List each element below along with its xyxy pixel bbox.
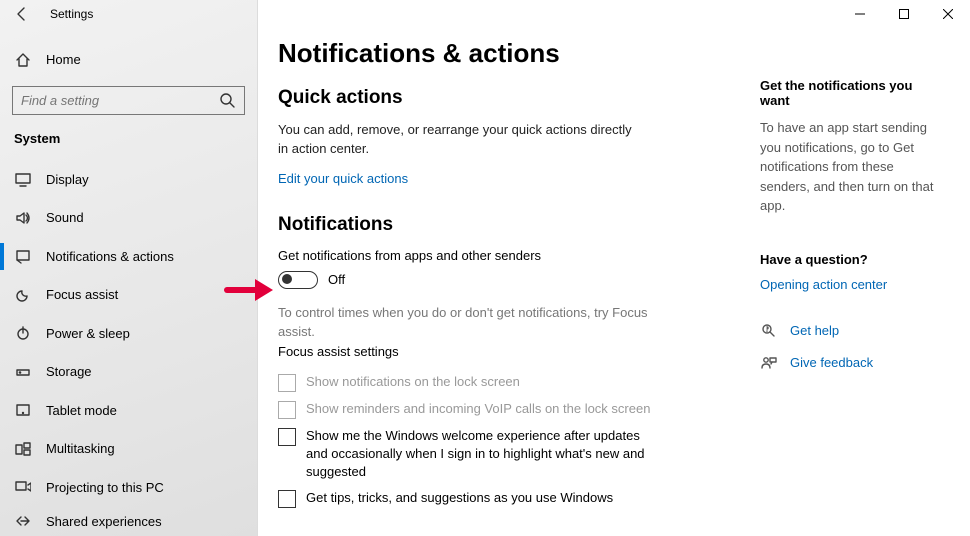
feedback-icon [760, 354, 778, 372]
settings-window: Settings Home System Display Sound [0, 0, 970, 536]
right-column: Get the notifications you want To have a… [732, 0, 970, 536]
get-help-link[interactable]: Get help [760, 322, 942, 340]
sidebar-item-label: Sound [46, 210, 84, 225]
focus-assist-icon [14, 286, 32, 304]
notifications-toggle-row: Off [278, 271, 732, 289]
checkbox-lockscreen-notifications: Show notifications on the lock screen [278, 373, 658, 392]
page-title: Notifications & actions [278, 38, 732, 69]
quick-actions-body: You can add, remove, or rearrange your q… [278, 121, 638, 159]
sidebar-item-projecting[interactable]: Projecting to this PC [0, 468, 257, 506]
section-heading: System [0, 115, 257, 154]
content-column: Notifications & actions Quick actions Yo… [258, 0, 732, 536]
sidebar-item-label: Tablet mode [46, 403, 117, 418]
search-input[interactable] [21, 93, 218, 108]
sound-icon [14, 209, 32, 227]
checkbox-label: Get tips, tricks, and suggestions as you… [306, 489, 613, 507]
projecting-icon [14, 478, 32, 496]
app-title: Settings [50, 7, 93, 21]
home-label: Home [46, 52, 81, 67]
checkbox-tips[interactable]: Get tips, tricks, and suggestions as you… [278, 489, 658, 508]
sidebar: Settings Home System Display Sound [0, 0, 258, 536]
notifications-toggle-label: Get notifications from apps and other se… [278, 248, 732, 263]
sidebar-item-power[interactable]: Power & sleep [0, 314, 257, 352]
sidebar-item-tablet[interactable]: Tablet mode [0, 391, 257, 429]
focus-assist-settings-link[interactable]: Focus assist settings [278, 344, 732, 359]
sidebar-item-label: Notifications & actions [46, 249, 174, 264]
close-button[interactable] [926, 0, 970, 28]
right-paragraph-1: To have an app start sending you notific… [760, 118, 942, 216]
storage-icon [14, 363, 32, 381]
opening-action-center-link[interactable]: Opening action center [760, 277, 942, 292]
sidebar-item-label: Power & sleep [46, 326, 130, 341]
sidebar-item-focus-assist[interactable]: Focus assist [0, 276, 257, 314]
arrow-left-icon [13, 5, 31, 23]
window-controls [838, 0, 970, 28]
sidebar-item-label: Multitasking [46, 441, 115, 456]
minimize-button[interactable] [838, 0, 882, 28]
get-help-label: Get help [790, 323, 839, 338]
home-icon [14, 51, 32, 69]
focus-assist-hint: To control times when you do or don't ge… [278, 303, 658, 342]
sidebar-item-label: Display [46, 172, 89, 187]
sidebar-item-sound[interactable]: Sound [0, 199, 257, 237]
power-icon [14, 324, 32, 342]
sidebar-item-label: Storage [46, 364, 92, 379]
checkbox[interactable] [278, 490, 296, 508]
tablet-icon [14, 401, 32, 419]
sidebar-item-label: Shared experiences [46, 514, 162, 529]
checkbox-label: Show reminders and incoming VoIP calls o… [306, 400, 650, 418]
sidebar-item-storage[interactable]: Storage [0, 352, 257, 390]
home-nav[interactable]: Home [0, 42, 257, 78]
back-button[interactable] [8, 0, 36, 28]
checkbox-lockscreen-voip: Show reminders and incoming VoIP calls o… [278, 400, 658, 419]
multitasking-icon [14, 440, 32, 458]
checkbox [278, 374, 296, 392]
give-feedback-label: Give feedback [790, 355, 873, 370]
toggle-state-label: Off [328, 272, 345, 287]
quick-actions-heading: Quick actions [278, 87, 732, 109]
sidebar-item-label: Projecting to this PC [46, 480, 164, 495]
checkbox[interactable] [278, 428, 296, 446]
maximize-button[interactable] [882, 0, 926, 28]
sidebar-item-notifications[interactable]: Notifications & actions [0, 237, 257, 275]
toggle-knob [282, 274, 292, 284]
main-area: Notifications & actions Quick actions Yo… [258, 0, 970, 536]
edit-quick-actions-link[interactable]: Edit your quick actions [278, 171, 408, 186]
search-box[interactable] [12, 86, 245, 116]
shared-icon [14, 512, 32, 530]
checkbox-welcome-experience[interactable]: Show me the Windows welcome experience a… [278, 427, 658, 482]
checkbox [278, 401, 296, 419]
give-feedback-link[interactable]: Give feedback [760, 354, 942, 372]
notifications-heading: Notifications [278, 214, 732, 236]
help-icon [760, 322, 778, 340]
sidebar-item-multitasking[interactable]: Multitasking [0, 429, 257, 467]
sidebar-header: Settings [0, 0, 257, 28]
checkbox-label: Show notifications on the lock screen [306, 373, 520, 391]
search-icon [218, 91, 236, 109]
notifications-toggle[interactable] [278, 271, 318, 289]
sidebar-item-shared[interactable]: Shared experiences [0, 506, 257, 536]
right-heading-1: Get the notifications you want [760, 78, 942, 108]
question-heading: Have a question? [760, 252, 942, 267]
display-icon [14, 170, 32, 188]
checkbox-label: Show me the Windows welcome experience a… [306, 427, 658, 482]
notifications-icon [14, 247, 32, 265]
sidebar-item-display[interactable]: Display [0, 160, 257, 198]
sidebar-items: Display Sound Notifications & actions Fo… [0, 160, 257, 536]
sidebar-item-label: Focus assist [46, 287, 118, 302]
